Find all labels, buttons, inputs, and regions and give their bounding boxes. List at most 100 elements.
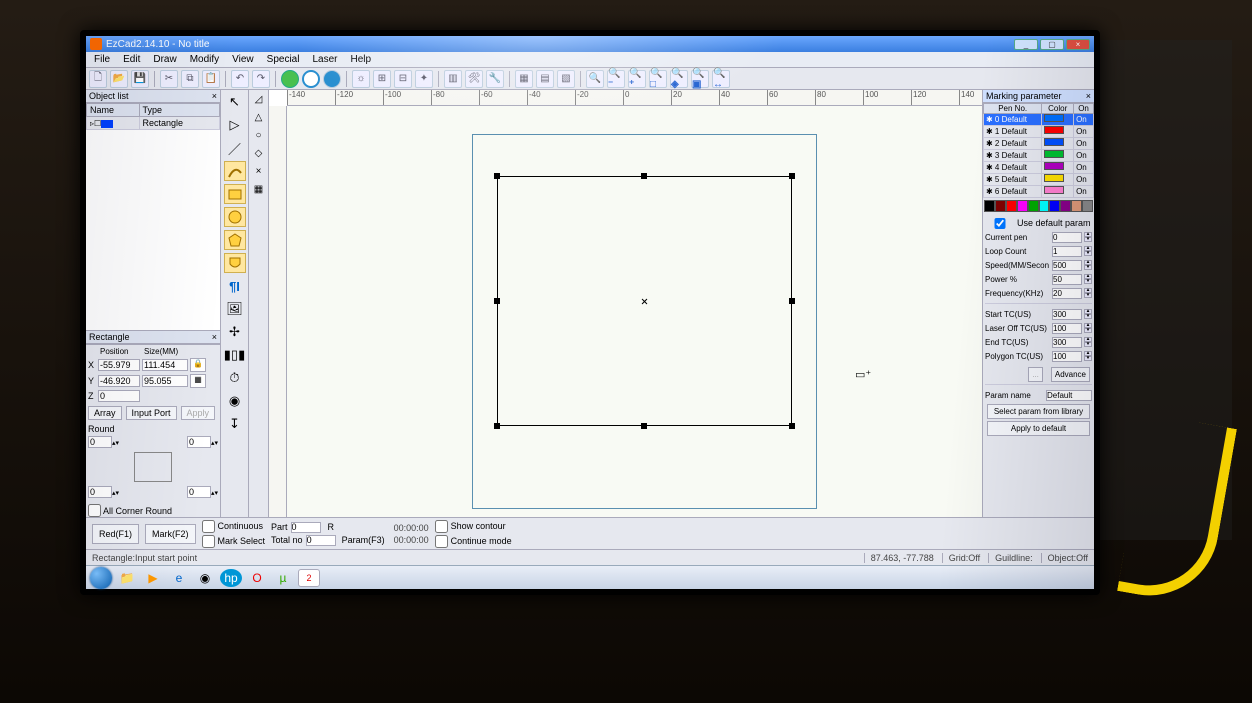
param-input[interactable] — [1052, 288, 1082, 299]
prop-close-icon[interactable]: × — [212, 332, 217, 342]
color-palette[interactable] — [984, 200, 1093, 212]
mark-button[interactable]: Mark(F2) — [145, 524, 196, 544]
param-more-button[interactable]: ... — [1028, 367, 1043, 382]
handle-ml[interactable] — [494, 298, 500, 304]
wrench-icon[interactable]: 🔧 — [486, 70, 504, 88]
handle-bl[interactable] — [494, 423, 500, 429]
light-icon[interactable]: ☼ — [352, 70, 370, 88]
total-input[interactable] — [306, 535, 336, 546]
size-w-input[interactable] — [142, 359, 188, 371]
ie-icon[interactable]: e — [168, 569, 190, 587]
param-input[interactable] — [1052, 309, 1082, 320]
menu-draw[interactable]: Draw — [147, 53, 182, 66]
grid2-icon[interactable]: ▤ — [536, 70, 554, 88]
array-button[interactable]: Array — [88, 406, 122, 420]
param-button[interactable]: Param(F3) — [339, 535, 388, 545]
r-button[interactable]: R — [324, 522, 339, 532]
snap-node-icon[interactable]: ◇ — [252, 146, 266, 160]
zoom-area-icon[interactable]: 🔍 — [586, 70, 604, 88]
pen-row[interactable]: ✱ 1 DefaultOn — [984, 126, 1094, 138]
canvas-area[interactable]: -140-120-100-80-60-40-200204060801001201… — [269, 90, 982, 555]
start-button[interactable] — [90, 567, 112, 589]
paramname-input[interactable] — [1046, 390, 1092, 401]
open-icon[interactable]: 📂 — [110, 70, 128, 88]
handle-tm[interactable] — [641, 173, 647, 179]
circle-tool-icon[interactable] — [224, 207, 246, 227]
select-lib-button[interactable]: Select param from library — [987, 404, 1090, 419]
node-tool-icon[interactable]: ▷ — [224, 115, 246, 135]
handle-tl[interactable] — [494, 173, 500, 179]
param-input[interactable] — [1052, 351, 1082, 362]
marking-close-icon[interactable]: × — [1086, 91, 1091, 101]
part-input[interactable] — [291, 522, 321, 533]
target1-icon[interactable] — [302, 70, 320, 88]
zoom-extent-icon[interactable]: 🔍↔ — [712, 70, 730, 88]
chrome-icon[interactable]: ◉ — [194, 569, 216, 587]
pen-row[interactable]: ✱ 0 DefaultOn — [984, 114, 1094, 126]
pen-row[interactable]: ✱ 3 DefaultOn — [984, 150, 1094, 162]
lock-icon[interactable]: 🔒 — [190, 358, 206, 372]
snap-int-icon[interactable]: × — [252, 164, 266, 178]
wmp-icon[interactable]: ▶ — [142, 569, 164, 587]
text-tool-icon[interactable]: ¶I — [224, 276, 246, 296]
apply-button[interactable]: Apply — [181, 406, 216, 420]
grid3-icon[interactable]: ▧ — [557, 70, 575, 88]
pen-col-no[interactable]: Pen No. — [984, 104, 1042, 114]
handle-bm[interactable] — [641, 423, 647, 429]
snap-center-icon[interactable]: ○ — [252, 128, 266, 142]
menu-laser[interactable]: Laser — [306, 53, 343, 66]
target2-icon[interactable] — [323, 70, 341, 88]
minimize-button[interactable]: _ — [1014, 39, 1038, 50]
handle-mr[interactable] — [789, 298, 795, 304]
opera-icon[interactable]: O — [246, 569, 268, 587]
showcontour-check[interactable]: Show contour — [435, 520, 512, 533]
snap1-icon[interactable]: ⊞ — [373, 70, 391, 88]
timer-tool-icon[interactable]: ⏱ — [224, 368, 246, 388]
pos-y-input[interactable] — [98, 375, 140, 387]
explorer-icon[interactable]: 📁 — [116, 569, 138, 587]
pen-col-on[interactable]: On — [1074, 104, 1094, 114]
apply-default-button[interactable]: Apply to default — [987, 421, 1090, 436]
zoom-out-icon[interactable]: 🔍⁻ — [607, 70, 625, 88]
tool1-icon[interactable]: ✦ — [415, 70, 433, 88]
zoom-sel-icon[interactable]: 🔍◈ — [670, 70, 688, 88]
hp-icon[interactable]: hp — [220, 569, 242, 587]
snap2-icon[interactable]: ⊟ — [394, 70, 412, 88]
param-input[interactable] — [1052, 323, 1082, 334]
zoom-all-icon[interactable]: 🔍▣ — [691, 70, 709, 88]
barcode-icon[interactable]: ▥ — [444, 70, 462, 88]
objectlist-close-icon[interactable]: × — [212, 91, 217, 101]
new-icon[interactable]: 🗋 — [89, 70, 107, 88]
inputport-button[interactable]: Input Port — [126, 406, 177, 420]
menu-help[interactable]: Help — [344, 53, 377, 66]
pen-col-color[interactable]: Color — [1042, 104, 1074, 114]
handle-br[interactable] — [789, 423, 795, 429]
menu-edit[interactable]: Edit — [117, 53, 146, 66]
objlist-col-type[interactable]: Type — [139, 104, 219, 117]
snap-end-icon[interactable]: ◿ — [252, 92, 266, 106]
zoom-in-icon[interactable]: 🔍⁺ — [628, 70, 646, 88]
close-button[interactable]: × — [1066, 39, 1090, 50]
undo-icon[interactable]: ↶ — [231, 70, 249, 88]
pen-row[interactable]: ✱ 4 DefaultOn — [984, 162, 1094, 174]
objlist-col-name[interactable]: Name — [87, 104, 140, 117]
save-icon[interactable]: 💾 — [131, 70, 149, 88]
menu-file[interactable]: File — [88, 53, 116, 66]
select-tool-icon[interactable]: ↖ — [224, 92, 246, 112]
curve-tool-icon[interactable] — [224, 161, 246, 181]
pen-row[interactable]: ✱ 2 DefaultOn — [984, 138, 1094, 150]
polygon-tool-icon[interactable] — [224, 230, 246, 250]
all-corner-check[interactable]: All Corner Round — [88, 504, 218, 517]
handle-tr[interactable] — [789, 173, 795, 179]
paste-icon[interactable]: 📋 — [202, 70, 220, 88]
encoder-tool-icon[interactable]: ◉ — [224, 391, 246, 411]
snap-mid-icon[interactable]: △ — [252, 110, 266, 124]
use-default-check[interactable]: Use default param — [985, 216, 1092, 230]
round-bl-input[interactable] — [88, 486, 112, 498]
round-tl-input[interactable] — [88, 436, 112, 448]
objlist-empty[interactable] — [86, 130, 220, 330]
io-tool-icon[interactable]: ↧ — [224, 414, 246, 434]
go-icon[interactable] — [281, 70, 299, 88]
anchor-icon[interactable]: ▦ — [190, 374, 206, 388]
objlist-row[interactable]: ▹☐ Rectangle — [87, 117, 220, 130]
